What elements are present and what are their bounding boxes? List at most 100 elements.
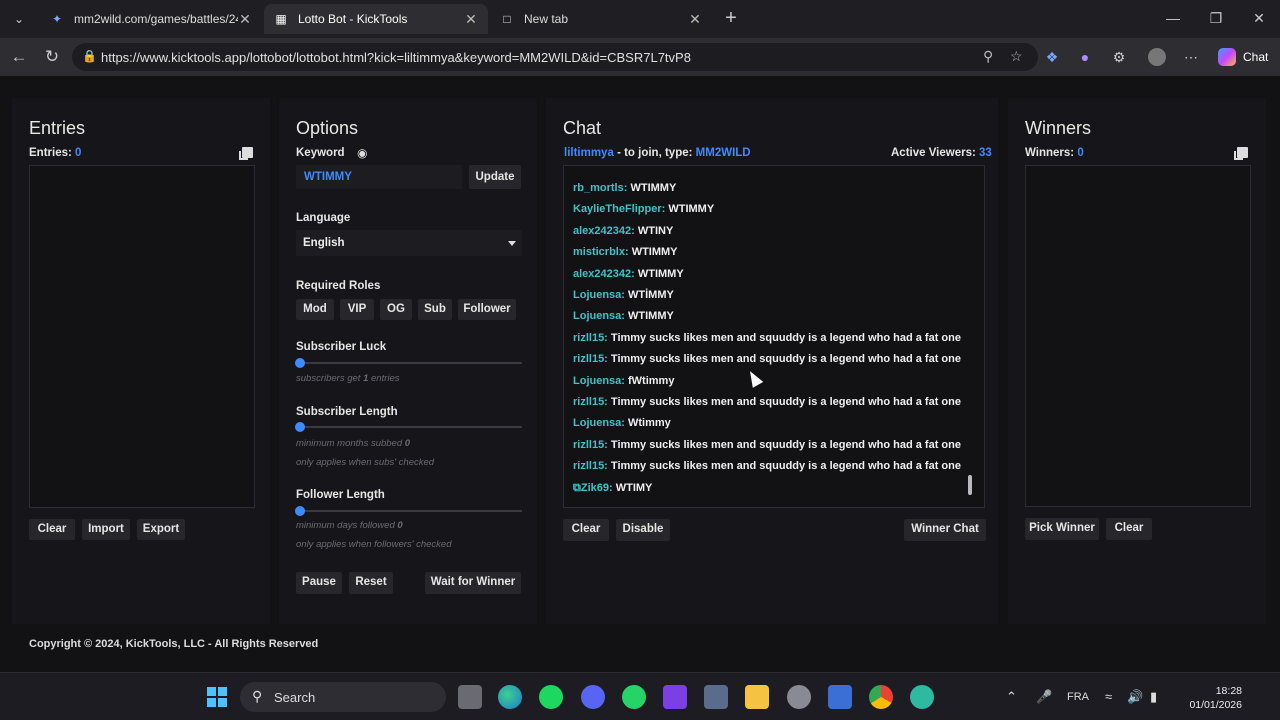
pause-button[interactable]: Pause: [296, 572, 342, 594]
copy-icon[interactable]: [239, 147, 253, 160]
close-window-icon[interactable]: ✕: [1249, 10, 1269, 27]
task-view-icon[interactable]: [458, 685, 482, 709]
chat-scrollbar-thumb[interactable]: [968, 475, 972, 495]
battery-icon[interactable]: ▮: [1150, 689, 1157, 705]
chat-username[interactable]: rb_mortls:: [573, 182, 627, 194]
close-icon[interactable]: ✕: [688, 11, 702, 28]
new-tab-button[interactable]: +: [720, 8, 742, 30]
site-info-icon[interactable]: 🔒: [82, 49, 97, 63]
pick-winner-button[interactable]: Pick Winner: [1025, 518, 1099, 540]
close-icon[interactable]: ✕: [238, 11, 252, 28]
subscriber-luck-hint: subscribers get 1 entries: [296, 373, 400, 384]
extension-icon[interactable]: ❖: [1042, 47, 1062, 67]
chat-username[interactable]: rizll15:: [573, 332, 608, 344]
entries-export-button[interactable]: Export: [137, 519, 185, 540]
slider-knob[interactable]: [295, 358, 305, 368]
back-icon[interactable]: ←: [8, 46, 30, 68]
address-bar[interactable]: 🔒 https://www.kicktools.app/lottobot/lot…: [72, 43, 1038, 71]
windows-start-icon[interactable]: [205, 685, 229, 709]
more-menu-icon[interactable]: ⋯: [1181, 47, 1201, 67]
video-editor-icon[interactable]: [663, 685, 687, 709]
chat-username[interactable]: alex242342:: [573, 225, 635, 237]
chat-username[interactable]: misticrblx:: [573, 246, 629, 258]
clock[interactable]: 18:28 01/01/2026: [1180, 684, 1242, 712]
channel-name[interactable]: liltimmya: [564, 147, 614, 159]
close-icon[interactable]: ✕: [464, 11, 478, 28]
subscriber-length-slider[interactable]: [295, 422, 522, 432]
slider-knob[interactable]: [295, 422, 305, 432]
chat-username[interactable]: Lojuensa:: [573, 417, 625, 429]
entries-clear-button[interactable]: Clear: [29, 519, 75, 540]
role-sub-button[interactable]: Sub: [418, 299, 452, 320]
app-blue-icon[interactable]: [828, 685, 852, 709]
favorite-star-icon[interactable]: ☆: [1010, 48, 1023, 65]
url-text[interactable]: https://www.kicktools.app/lottobot/lotto…: [101, 50, 691, 65]
zoom-icon[interactable]: ⚲: [983, 48, 993, 65]
copilot-chat-button[interactable]: Chat: [1212, 43, 1278, 71]
chat-username[interactable]: rizll15:: [573, 460, 608, 472]
chat-username[interactable]: Zik69:: [581, 482, 613, 494]
chrome-icon[interactable]: [869, 685, 893, 709]
chat-text: WTIMMY: [630, 182, 677, 194]
input-language[interactable]: FRA: [1067, 691, 1089, 703]
app-green-icon[interactable]: [910, 685, 934, 709]
role-mod-button[interactable]: Mod: [296, 299, 334, 320]
keyword-input[interactable]: WTIMMY: [296, 165, 462, 189]
extensions-icon[interactable]: ⚙: [1109, 47, 1129, 67]
tab-lotto-bot[interactable]: ▦ Lotto Bot - KickTools ✕: [264, 4, 488, 34]
chat-clear-button[interactable]: Clear: [563, 519, 609, 541]
refresh-icon[interactable]: ↻: [41, 46, 63, 68]
chat-log[interactable]: rb_mortls: WTIMMY KaylieTheFlipper: WTIMM…: [563, 165, 985, 508]
microphone-icon[interactable]: 🎤: [1036, 689, 1052, 705]
winners-clear-button[interactable]: Clear: [1106, 518, 1152, 540]
update-button[interactable]: Update: [469, 165, 521, 189]
chat-username[interactable]: Lojuensa:: [573, 375, 625, 387]
reset-button[interactable]: Reset: [349, 572, 393, 594]
role-og-button[interactable]: OG: [380, 299, 412, 320]
follower-length-slider[interactable]: [295, 506, 522, 516]
chat-username[interactable]: rizll15:: [573, 439, 608, 451]
role-follower-button[interactable]: Follower: [458, 299, 516, 320]
app-icon[interactable]: [704, 685, 728, 709]
slider-knob[interactable]: [295, 506, 305, 516]
tab-actions-icon[interactable]: ⌄: [8, 8, 30, 30]
copy-icon[interactable]: [1234, 147, 1248, 160]
winner-chat-button[interactable]: Winner Chat: [904, 519, 986, 541]
tab-new-tab[interactable]: □ New tab ✕: [490, 4, 712, 34]
edge-icon[interactable]: [498, 685, 522, 709]
profile-avatar[interactable]: [1147, 47, 1167, 67]
chat-message: rb_mortls: WTIMMY: [573, 182, 676, 194]
language-select[interactable]: English: [296, 230, 522, 256]
chat-username[interactable]: Lojuensa:: [573, 289, 625, 301]
eye-icon[interactable]: ◉: [357, 146, 367, 160]
winners-list[interactable]: [1025, 165, 1251, 507]
chat-username[interactable]: KaylieTheFlipper:: [573, 203, 665, 215]
whatsapp-icon[interactable]: [622, 685, 646, 709]
subscriber-luck-slider[interactable]: [295, 358, 522, 368]
volume-icon[interactable]: 🔊: [1127, 689, 1143, 705]
settings-icon[interactable]: [787, 685, 811, 709]
spotify-icon[interactable]: [539, 685, 563, 709]
subscriber-length-label: Subscriber Length: [296, 406, 398, 418]
tab-mm2wild[interactable]: ✦ mm2wild.com/games/battles/242· ✕: [40, 4, 262, 34]
role-vip-button[interactable]: VIP: [340, 299, 374, 320]
chat-username[interactable]: rizll15:: [573, 396, 608, 408]
taskbar-search[interactable]: ⚲ Search: [240, 682, 446, 712]
entries-list[interactable]: [29, 165, 255, 508]
minimize-icon[interactable]: —: [1163, 10, 1183, 26]
chat-message: rizll15: Timmy sucks likes men and squud…: [573, 460, 961, 472]
extension-puzzle-icon[interactable]: ●: [1075, 47, 1095, 67]
discord-icon[interactable]: [581, 685, 605, 709]
chat-username[interactable]: Lojuensa:: [573, 310, 625, 322]
wifi-icon[interactable]: ≈: [1105, 689, 1112, 704]
restore-icon[interactable]: ❐: [1206, 10, 1226, 27]
mm2wild-favicon-icon: ✦: [51, 12, 63, 26]
chat-username[interactable]: rizll15:: [573, 353, 608, 365]
tray-chevron-up-icon[interactable]: ⌃: [1006, 689, 1017, 705]
wait-for-winner-button[interactable]: Wait for Winner: [425, 572, 521, 594]
chat-disable-button[interactable]: Disable: [616, 519, 670, 541]
chat-text: Timmy sucks likes men and squuddy is a l…: [610, 353, 961, 366]
chat-username[interactable]: alex242342:: [573, 268, 635, 280]
file-explorer-icon[interactable]: [745, 685, 769, 709]
entries-import-button[interactable]: Import: [82, 519, 130, 540]
